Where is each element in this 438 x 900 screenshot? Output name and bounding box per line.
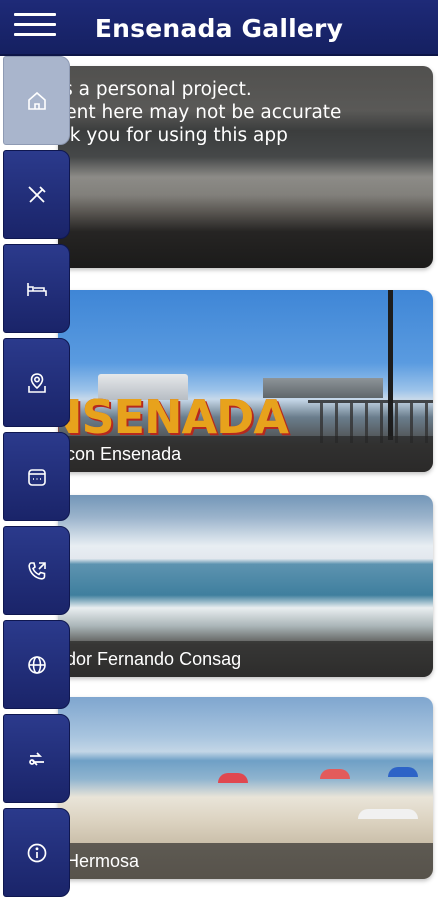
food-icon [4,151,69,238]
card-caption: Hermosa [58,843,433,879]
beach-umbrella-image [218,773,248,783]
nav-events[interactable] [3,432,70,521]
page-title: Ensenada Gallery [94,14,344,43]
gallery-card-playa[interactable]: Hermosa [58,697,433,879]
card-caption: dor Fernando Consag [58,641,433,677]
nav-contact[interactable] [3,526,70,615]
home-icon [4,57,69,144]
phone-icon [4,527,69,614]
notice-line-1: is a personal project. [58,79,252,100]
beach-umbrella-image [358,809,418,819]
pole-image [388,290,393,440]
nav-places[interactable] [3,338,70,427]
beach-umbrella-image [388,767,418,777]
nav-food[interactable] [3,150,70,239]
nav-about[interactable] [3,808,70,897]
bed-icon [4,245,69,332]
gallery-card-notice[interactable]: is a personal project. tent here may not… [58,66,433,268]
nav-lodging[interactable] [3,244,70,333]
nav-web[interactable] [3,620,70,709]
map-pin-icon [4,339,69,426]
notice-text: is a personal project. tent here may not… [58,78,341,147]
calendar-icon [4,433,69,520]
globe-icon [4,621,69,708]
notice-line-3: nk you for using this app [58,125,288,146]
gallery-card-malecon[interactable]: dor Fernando Consag [58,495,433,677]
card-caption: con Ensenada [58,436,433,472]
gallery-card-ensenada-sign[interactable]: NSENADA con Ensenada [58,290,433,472]
beach-umbrella-image [320,769,350,779]
app-bar: Ensenada Gallery [0,0,438,56]
nav-home[interactable] [3,56,70,145]
info-icon [4,809,69,896]
currency-exchange-icon [4,715,69,802]
nav-exchange[interactable] [3,714,70,803]
notice-line-2: tent here may not be accurate [58,102,342,123]
